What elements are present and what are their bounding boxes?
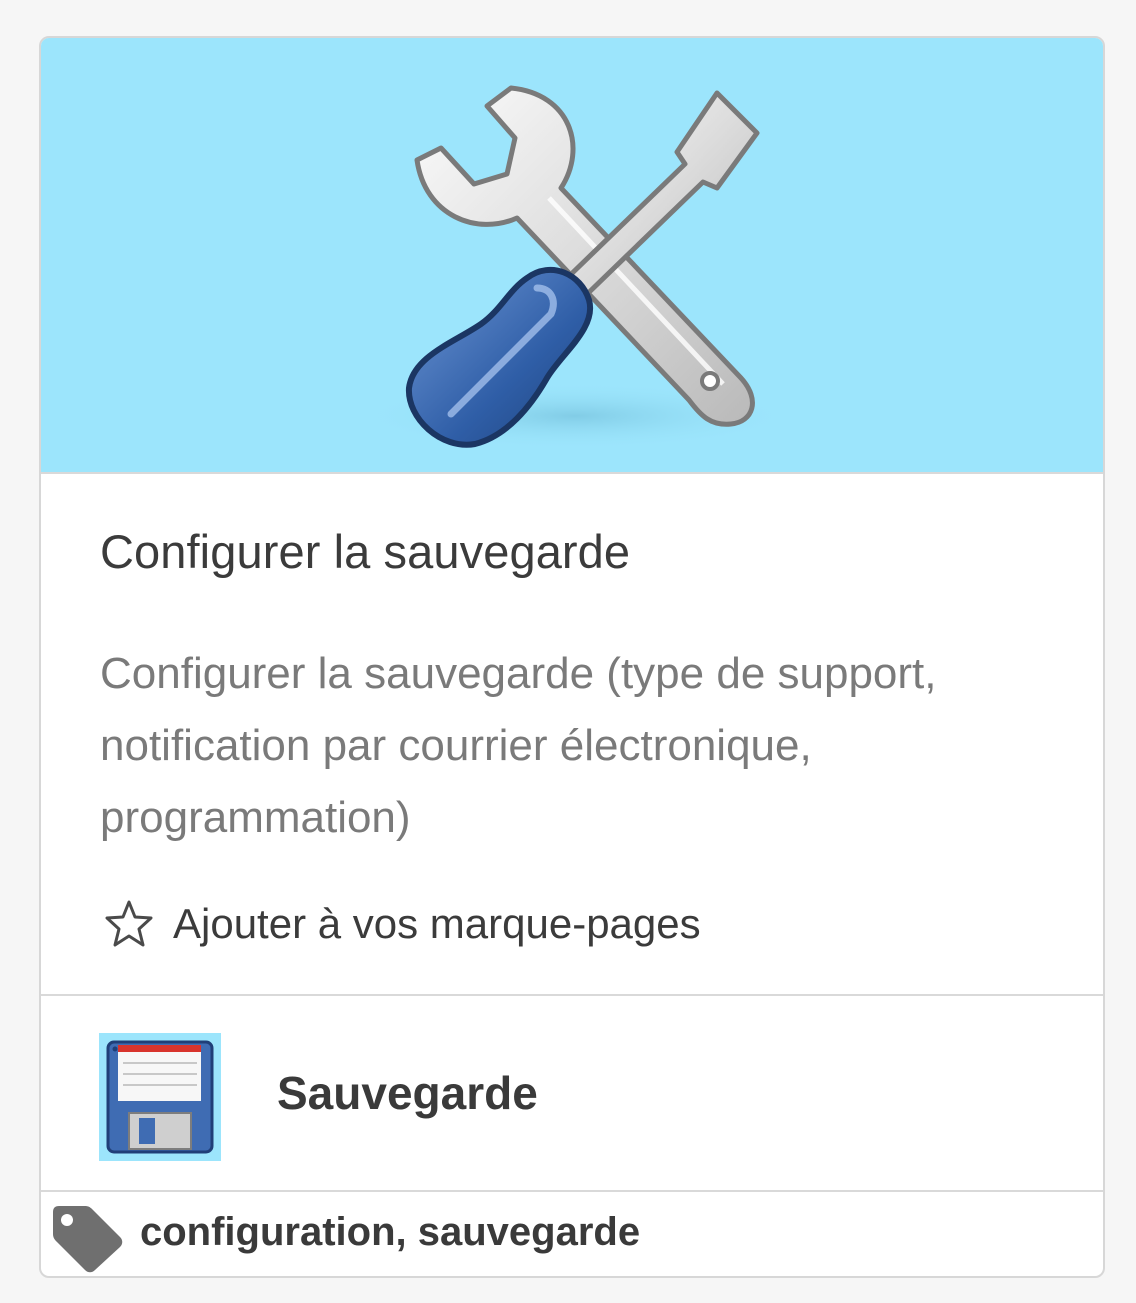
card-title[interactable]: Configurer la sauvegarde	[100, 524, 630, 579]
category-link[interactable]: Sauvegarde	[41, 996, 1103, 1190]
tags-text[interactable]: configuration, sauvegarde	[140, 1210, 640, 1255]
star-outline-icon	[105, 900, 153, 947]
category-label: Sauvegarde	[277, 1067, 538, 1119]
card-banner[interactable]	[41, 38, 1103, 474]
tags-row: configuration, sauvegarde	[41, 1192, 1103, 1276]
tools-icon	[355, 85, 795, 450]
bookmark-label: Ajouter à vos marque-pages	[173, 900, 701, 947]
floppy-disk-icon	[99, 1033, 221, 1161]
card-description: Configurer la sauvegarde (type de suppor…	[100, 649, 937, 842]
task-card: Configurer la sauvegarde Configurer la s…	[39, 36, 1105, 1278]
add-bookmark-link[interactable]: Ajouter à vos marque-pages	[103, 898, 701, 950]
tag-icon	[53, 1206, 123, 1273]
